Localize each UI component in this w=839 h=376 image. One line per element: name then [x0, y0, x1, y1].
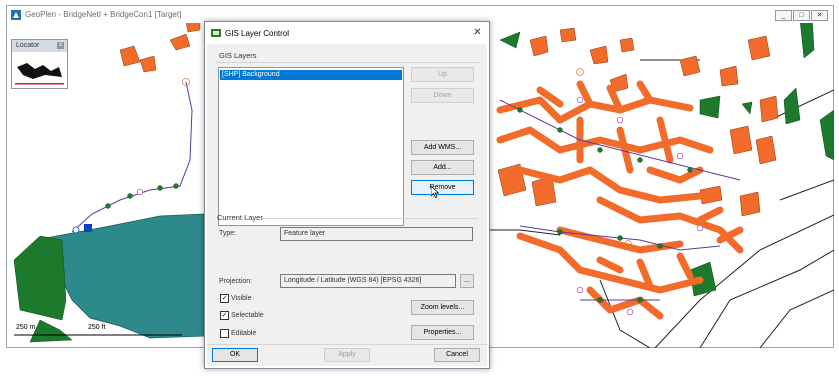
apply-button[interactable]: Apply: [324, 348, 370, 362]
projection-label: Projection:: [219, 278, 253, 285]
selectable-label: Selectable: [231, 312, 264, 319]
zoom-levels-button[interactable]: Zoom levels...: [411, 300, 474, 315]
locator-label: Locator: [16, 42, 40, 49]
down-button[interactable]: Down: [411, 88, 474, 103]
selectable-checkbox[interactable]: ✓: [220, 311, 229, 320]
locator-thumbnail[interactable]: [15, 55, 64, 86]
mouse-pointer-icon: [431, 186, 439, 198]
layer-list-item[interactable]: [SHP] Background: [220, 70, 402, 80]
water-body: [45, 213, 205, 339]
dialog-title: GIS Layer Control: [225, 29, 290, 38]
locator-header: Locator x: [12, 40, 67, 52]
add-wms-button[interactable]: Add WMS...: [411, 140, 474, 155]
maximize-button[interactable]: □: [793, 10, 810, 21]
ok-button[interactable]: OK: [212, 348, 258, 362]
properties-button[interactable]: Properties...: [411, 325, 474, 340]
current-layer-divider: [262, 218, 478, 219]
type-field: Feature layer: [280, 227, 473, 241]
pump-station: [84, 224, 92, 232]
app-logo-icon: [11, 10, 21, 20]
scale-label-metric: 250 m: [16, 324, 36, 331]
up-button[interactable]: Up: [411, 67, 474, 82]
layers-icon: [211, 29, 221, 37]
close-window-button[interactable]: ✕: [811, 10, 828, 21]
cancel-button[interactable]: Cancel: [434, 348, 480, 362]
close-icon[interactable]: ✕: [471, 26, 484, 39]
projection-browse-button[interactable]: ...: [460, 274, 474, 288]
gis-layer-list[interactable]: [SHP] Background: [218, 67, 404, 226]
editable-checkbox[interactable]: [220, 329, 229, 338]
type-label: Type:: [219, 230, 237, 237]
selected-node: [72, 226, 80, 234]
locator-close-button[interactable]: x: [57, 42, 64, 49]
dialog-titlebar: GIS Layer Control ✕: [205, 22, 489, 44]
scale-label-imperial: 250 ft: [88, 324, 106, 331]
footer-divider: [207, 344, 487, 345]
add-button[interactable]: Add...: [411, 160, 474, 175]
projection-field: Longitude / Latitude (WGS 84) [EPSG 4326…: [280, 274, 456, 288]
editable-label: Editable: [231, 330, 257, 337]
remove-button[interactable]: Remove: [411, 180, 474, 195]
locator-panel[interactable]: Locator x: [11, 39, 68, 89]
visible-label: Visible: [231, 295, 252, 302]
current-layer-group-label: Current Layer: [217, 213, 263, 222]
gis-layers-group-label: GIS Layers: [219, 51, 257, 60]
app-title: GeoPlen - BridgeNetI + BridgeCon1 [Targe…: [25, 10, 182, 19]
visible-checkbox[interactable]: ✓: [220, 294, 229, 303]
scale-bar: 250 m 250 ft: [14, 324, 182, 343]
minimize-button[interactable]: _: [775, 10, 792, 21]
gis-layers-divider: [215, 62, 479, 63]
